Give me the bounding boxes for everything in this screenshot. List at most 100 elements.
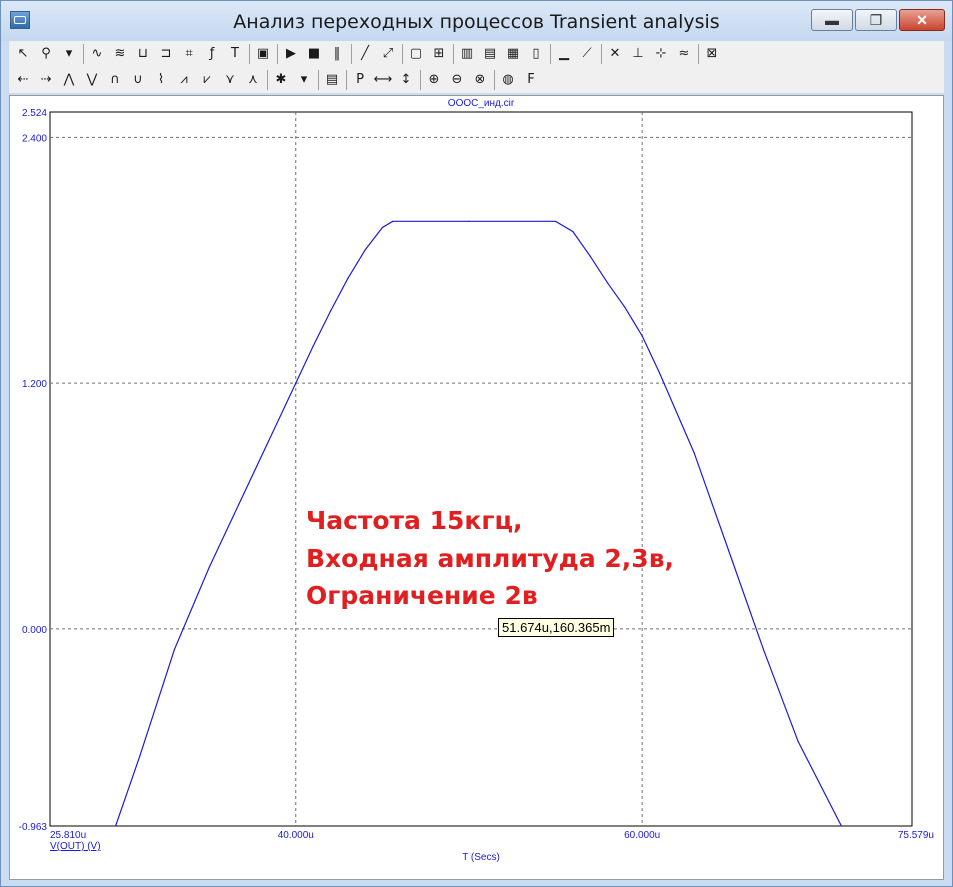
data-point bbox=[243, 493, 245, 495]
top-icon[interactable]: ⋎ bbox=[220, 70, 240, 90]
toolbar-separator bbox=[402, 44, 403, 64]
bottom-icon[interactable]: ⋏ bbox=[243, 70, 263, 90]
minimize-button[interactable]: ▬ bbox=[811, 9, 853, 31]
point-tag-icon[interactable]: P bbox=[350, 70, 370, 90]
toolbar-separator bbox=[453, 44, 454, 64]
marker-3-icon[interactable]: ⊹ bbox=[651, 44, 671, 64]
data-point bbox=[347, 278, 349, 280]
title-bar[interactable]: Анализ переходных процессов Transient an… bbox=[1, 1, 952, 41]
data-point bbox=[554, 220, 557, 222]
toolbar-separator bbox=[420, 70, 421, 90]
data-points-icon[interactable]: ⌗ bbox=[179, 44, 199, 64]
y-tick-label: 2.400 bbox=[22, 133, 47, 144]
data-point bbox=[840, 825, 842, 827]
line-icon[interactable]: ╱ bbox=[355, 44, 375, 64]
marker-icon[interactable]: ✕ bbox=[605, 44, 625, 64]
data-point bbox=[139, 755, 141, 757]
horizontal-tag-icon[interactable]: ⟷ bbox=[373, 70, 393, 90]
data-point bbox=[797, 740, 799, 743]
valley-icon[interactable]: ⋁ bbox=[82, 70, 102, 90]
chart-title: OOOC_инд.cir bbox=[448, 98, 515, 109]
transient-analysis-window: Анализ переходных процессов Transient an… bbox=[0, 0, 953, 887]
dropdown-arrow-icon[interactable]: ▾ bbox=[59, 44, 79, 64]
zoom-out-icon[interactable]: ⊖ bbox=[447, 70, 467, 90]
tokens-icon[interactable]: ✱ bbox=[271, 70, 291, 90]
marker-2-icon[interactable]: ⊥ bbox=[628, 44, 648, 64]
data-point bbox=[295, 382, 297, 384]
waveform-4-icon[interactable]: ⊐ bbox=[156, 44, 176, 64]
toolbar-separator bbox=[83, 44, 84, 64]
dropdown-2-icon[interactable]: ▾ bbox=[294, 70, 314, 90]
scale-icon[interactable]: ⚲ bbox=[36, 44, 56, 64]
toolbar-separator bbox=[277, 44, 278, 64]
global-low-icon[interactable]: ⩗ bbox=[197, 70, 217, 90]
data-point bbox=[173, 648, 176, 650]
maximize-button[interactable]: ❐ bbox=[855, 9, 897, 31]
color-icon[interactable]: ◍ bbox=[498, 70, 518, 90]
data-point bbox=[277, 419, 280, 421]
line-2-icon[interactable]: ⤢ bbox=[378, 44, 398, 64]
inflection-icon[interactable]: ⌇ bbox=[151, 70, 171, 90]
table-icon[interactable]: ▤ bbox=[322, 70, 342, 90]
grid-h-icon[interactable]: ▤ bbox=[480, 44, 500, 64]
vertical-tag-icon[interactable]: ↕ bbox=[396, 70, 416, 90]
y-tick-label: -0.963 bbox=[19, 822, 48, 833]
pause-icon[interactable]: ‖ bbox=[327, 44, 347, 64]
cursor-tooltip: 51.674u,160.365m bbox=[498, 618, 615, 637]
series-label[interactable]: V(OUT) (V) bbox=[50, 841, 101, 852]
data-point bbox=[329, 310, 332, 313]
data-point bbox=[606, 282, 609, 284]
grid-3-icon[interactable]: ▯ bbox=[526, 44, 546, 64]
window-title: Анализ переходных процессов Transient an… bbox=[233, 11, 720, 33]
toolbar-separator bbox=[346, 70, 347, 90]
font-icon[interactable]: F bbox=[521, 70, 541, 90]
data-point bbox=[312, 345, 314, 347]
formula-icon[interactable]: ƒ bbox=[202, 44, 222, 64]
data-point bbox=[728, 550, 730, 552]
peak-icon[interactable]: ⋀ bbox=[59, 70, 79, 90]
annotation-line-3: Ограничение 2в bbox=[306, 581, 538, 610]
annotation-line-1: Частота 15кгц, bbox=[306, 506, 523, 535]
properties-icon[interactable]: ▣ bbox=[253, 44, 273, 64]
data-point bbox=[468, 220, 470, 222]
data-point bbox=[641, 335, 643, 337]
x-tick-label: 60.000u bbox=[624, 830, 660, 841]
trace-icon[interactable]: ⟋ bbox=[577, 44, 597, 64]
marker-4-icon[interactable]: ≈ bbox=[674, 44, 694, 64]
run-icon[interactable]: ▶ bbox=[281, 44, 301, 64]
chart-svg[interactable]: 2.524 2.400 1.200 0.000 -0.96325.810u 40.000u… bbox=[10, 96, 943, 879]
close-button[interactable]: ✕ bbox=[899, 9, 945, 31]
data-point bbox=[762, 648, 765, 650]
waveform-3-icon[interactable]: ⊔ bbox=[133, 44, 153, 64]
data-point bbox=[208, 566, 210, 568]
baseline-icon[interactable]: ▁ bbox=[554, 44, 574, 64]
waveform-icon[interactable]: ∿ bbox=[87, 44, 107, 64]
toolbar-separator bbox=[550, 44, 551, 64]
annotation-line-2: Входная амплитуда 2,3в, bbox=[306, 544, 675, 573]
zoom-in-icon[interactable]: ⊕ bbox=[424, 70, 444, 90]
data-point bbox=[589, 255, 591, 257]
x-tick-label: 25.810u bbox=[50, 830, 86, 841]
toolbar-separator bbox=[698, 44, 699, 64]
clear-icon[interactable]: ⊠ bbox=[702, 44, 722, 64]
plot-frame bbox=[49, 111, 913, 827]
y-tick-label: 2.524 bbox=[22, 108, 47, 119]
plot-area[interactable]: 2.524 2.400 1.200 0.000 -0.963 25.810u 40.000u… bbox=[9, 95, 944, 880]
cursor-right-icon[interactable]: ⇢ bbox=[36, 70, 56, 90]
grid-icon[interactable]: ⊞ bbox=[429, 44, 449, 64]
global-high-icon[interactable]: ⩘ bbox=[174, 70, 194, 90]
cursor-left-icon[interactable]: ⇠ bbox=[13, 70, 33, 90]
grid-v-icon[interactable]: ▥ bbox=[457, 44, 477, 64]
stop-icon[interactable]: ■ bbox=[304, 44, 324, 64]
low-icon[interactable]: ∪ bbox=[128, 70, 148, 90]
waveform-2-icon[interactable]: ≋ bbox=[110, 44, 130, 64]
high-icon[interactable]: ∩ bbox=[105, 70, 125, 90]
zoom-fit-icon[interactable]: ⊗ bbox=[470, 70, 490, 90]
toolbar-separator bbox=[601, 44, 602, 64]
frame-icon[interactable]: ▢ bbox=[406, 44, 426, 64]
select-arrow-icon[interactable]: ↖ bbox=[13, 44, 33, 64]
data-point bbox=[624, 306, 626, 308]
text-icon[interactable]: T bbox=[225, 44, 245, 64]
data-point bbox=[658, 372, 661, 374]
grid-2-icon[interactable]: ▦ bbox=[503, 44, 523, 64]
